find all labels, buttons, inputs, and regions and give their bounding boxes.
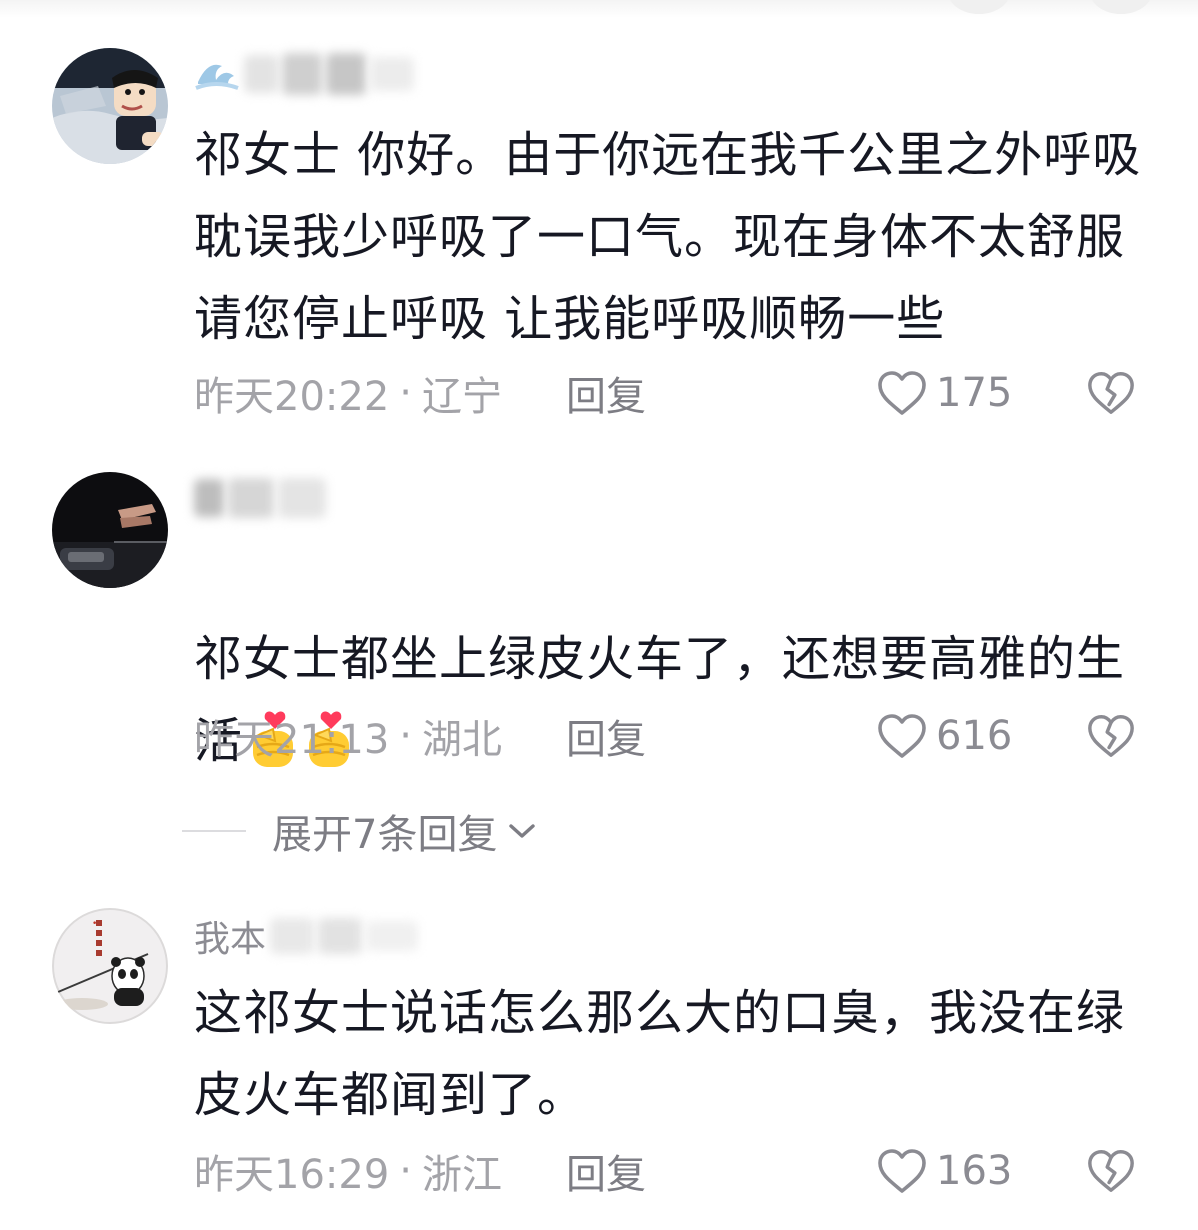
divider-line bbox=[182, 830, 246, 832]
avatar[interactable] bbox=[52, 472, 168, 588]
like-button[interactable]: 616 bbox=[876, 712, 1012, 760]
wave-icon bbox=[195, 64, 239, 90]
meta-separator: · bbox=[399, 1148, 412, 1194]
blurred-username bbox=[270, 918, 315, 954]
heart-outline-icon bbox=[878, 371, 926, 415]
blurred-username bbox=[244, 55, 278, 93]
comment-meta: 昨天21:13 · 湖北 回复 616 bbox=[194, 711, 1144, 763]
blurred-username bbox=[282, 53, 322, 95]
like-count: 616 bbox=[936, 713, 1013, 759]
comment-time: 昨天21:13 bbox=[194, 717, 390, 763]
broken-heart-icon bbox=[1088, 1150, 1134, 1192]
heart-outline-icon bbox=[878, 1149, 926, 1193]
comment-location: 辽宁 bbox=[422, 374, 502, 420]
meta-separator: · bbox=[399, 370, 412, 416]
username[interactable] bbox=[194, 470, 326, 526]
blurred-username bbox=[370, 57, 414, 91]
blurred-username bbox=[318, 918, 363, 954]
expand-replies-label: 展开7条回复 bbox=[272, 812, 498, 858]
chevron-down-icon bbox=[509, 824, 536, 838]
broken-heart-icon bbox=[1088, 715, 1134, 757]
dislike-button[interactable] bbox=[1086, 369, 1136, 417]
heart-outline-icon bbox=[878, 714, 926, 758]
like-count: 175 bbox=[936, 370, 1013, 416]
dislike-button[interactable] bbox=[1086, 712, 1136, 760]
comment-text: 祁女士 你好。由于你远在我千公里之外呼吸 耽误我少呼吸了一口气。现在身体不太舒服… bbox=[194, 127, 1142, 347]
comment-time: 昨天20:22 bbox=[194, 374, 390, 420]
comment-meta: 昨天20:22 · 辽宁 回复 175 bbox=[194, 368, 1144, 420]
blurred-username bbox=[326, 53, 366, 95]
username-visible: 我本 bbox=[194, 919, 267, 960]
comment-location: 湖北 bbox=[422, 717, 502, 763]
meta-separator: · bbox=[399, 713, 412, 759]
blurred-username bbox=[194, 479, 224, 517]
avatar[interactable] bbox=[52, 48, 168, 164]
blurred-username bbox=[366, 921, 419, 951]
comment-text: 这祁女士说话怎么那么大的口臭，我没在绿 皮火车都闻到了。 bbox=[194, 985, 1126, 1123]
username[interactable]: 我本 bbox=[194, 908, 419, 964]
like-button[interactable]: 163 bbox=[876, 1147, 1012, 1195]
username[interactable] bbox=[194, 46, 414, 102]
dislike-button[interactable] bbox=[1086, 1147, 1136, 1195]
reply-button[interactable]: 回复 bbox=[566, 1142, 646, 1200]
like-count: 163 bbox=[936, 1148, 1013, 1194]
avatar[interactable]: • bbox=[52, 908, 168, 1024]
expand-replies-button[interactable]: 展开7条回复 bbox=[182, 806, 537, 858]
broken-heart-icon bbox=[1088, 372, 1134, 414]
reply-button[interactable]: 回复 bbox=[566, 364, 646, 422]
reply-button[interactable]: 回复 bbox=[566, 707, 646, 765]
blurred-username bbox=[228, 478, 274, 518]
like-button[interactable]: 175 bbox=[876, 369, 1012, 417]
blurred-username bbox=[278, 478, 326, 518]
top-fade bbox=[0, 0, 1198, 18]
comment-location: 浙江 bbox=[422, 1152, 502, 1198]
comment-time: 昨天16:29 bbox=[194, 1152, 390, 1198]
comment-meta: 昨天16:29 · 浙江 回复 163 bbox=[194, 1146, 1144, 1198]
